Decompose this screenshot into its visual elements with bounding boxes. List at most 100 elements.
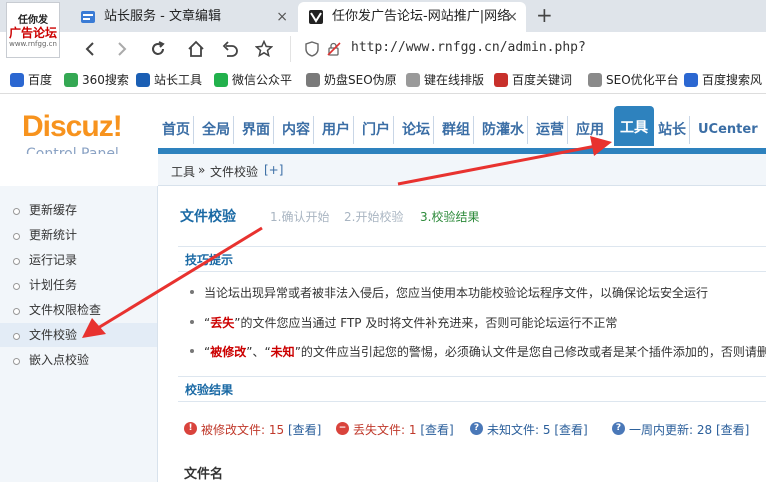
tab-favicon-icon [309, 10, 323, 24]
sidebar-item-file-check[interactable]: 文件校验 [0, 323, 157, 347]
bookmark-baidu[interactable]: 百度 [10, 72, 52, 88]
bookmark-label: 百度搜索风 [702, 73, 763, 87]
minus-icon: − [336, 422, 349, 435]
sidebar-item-label: 更新缓存 [29, 203, 78, 217]
nav-portal[interactable]: 门户 [362, 116, 394, 144]
new-tab-button[interactable]: + [536, 3, 553, 27]
address-bar[interactable]: http://www.rnfgg.cn/admin.php? [290, 36, 766, 62]
page-title: 文件校验 [180, 209, 236, 225]
result-label: 一周内更新: [629, 423, 694, 437]
paw-icon [684, 73, 698, 87]
bookmark-360[interactable]: 360搜索 [64, 72, 129, 88]
tab-label: 任你发广告论坛-网站推广|网络 [332, 9, 511, 24]
view-week-link[interactable]: [查看] [716, 423, 749, 437]
nav-interface[interactable]: 界面 [242, 116, 274, 144]
view-lost-link[interactable]: [查看] [420, 423, 453, 437]
sidebar-item-hook-check[interactable]: 嵌入点校验 [0, 348, 157, 372]
home-button[interactable] [184, 37, 208, 61]
result-label: 丢失文件: [353, 423, 406, 437]
nav-home[interactable]: 首页 [162, 116, 194, 144]
tip-text: ”的文件您应当通过 FTP 及时将文件补充进来，否则可能论坛运行不正常 [234, 316, 618, 330]
tip-text: 当论坛出现异常或者被非法入侵后，您应当使用本功能校验论坛程序文件，以确保论坛安全… [204, 286, 709, 300]
bookmark-seo-rewrite[interactable]: 奶盘SEO伪原 [306, 72, 397, 88]
bookmarks-bar: 百度 360搜索 站长工具 微信公众平 奶盘SEO伪原 键在线排版 百度关键词 … [0, 66, 766, 94]
undo-close-button[interactable] [218, 37, 242, 61]
bookmark-label: 360搜索 [82, 73, 129, 87]
warning-icon: ! [184, 422, 197, 435]
nav-ucenter[interactable]: UCenter [698, 116, 758, 144]
discuz-logo[interactable]: Discuz! Control Panel [22, 110, 123, 162]
sidebar-item-scheduled-tasks[interactable]: 计划任务 [0, 273, 157, 297]
nav-webmaster[interactable]: 站长 [658, 116, 690, 144]
chart-icon [494, 73, 508, 87]
view-unknown-link[interactable]: [查看] [554, 423, 587, 437]
tips-section-header: 技巧提示 [178, 246, 766, 272]
nav-content[interactable]: 内容 [282, 116, 314, 144]
sidebar-header [0, 154, 158, 182]
tab-label: 站长服务 - 文章编辑 [104, 9, 221, 24]
result-count: 28 [696, 423, 713, 437]
view-modified-link[interactable]: [查看] [288, 423, 321, 437]
search-q-icon [64, 73, 78, 87]
sidebar-item-update-stats[interactable]: 更新统计 [0, 223, 157, 247]
result-modified: ! 被修改文件: 15 [查看] [184, 421, 321, 438]
bookmark-baidu-keyword[interactable]: 百度关键词 [494, 72, 572, 88]
browser-tab-article-edit[interactable]: 站长服务 - 文章编辑 × [70, 2, 296, 32]
tip-text: ”的文件应当引起您的警惕，必须确认文件是您自己修改或者是某个插件添加的，否则请删… [294, 345, 766, 359]
breadcrumb-root[interactable]: 工具 [171, 163, 195, 180]
nav-users[interactable]: 用户 [322, 116, 354, 144]
browser-tab-forum[interactable]: 任你发广告论坛-网站推广|网络 × [298, 2, 526, 32]
nav-groups[interactable]: 群组 [442, 116, 474, 144]
bookmark-baidu-search-style[interactable]: 百度搜索风 [684, 72, 762, 88]
browser-tab-bar: 任你发 广告论坛 www.rnfgg.cn 站长服务 - 文章编辑 × 任你发广… [0, 0, 766, 58]
bookmark-wechat[interactable]: 微信公众平 [214, 72, 292, 88]
tip-highlight-unknown: 未知 [270, 345, 295, 359]
site-logo-line1: 任你发 [18, 15, 48, 26]
nav-apps[interactable]: 应用 [576, 116, 604, 144]
tip-text: ”、“ [246, 345, 271, 359]
step-result: 3.校验结果 [420, 210, 480, 224]
admin-header: Discuz! Control Panel 首页 全局 界面 内容 用户 门户 … [0, 94, 766, 162]
nav-operations[interactable]: 运营 [536, 116, 568, 144]
add-to-favorites-button[interactable]: [+] [264, 163, 283, 177]
bookmark-label: 微信公众平 [232, 73, 293, 87]
sidebar-item-file-permissions[interactable]: 文件权限检查 [0, 298, 157, 322]
bookmark-star-button[interactable] [252, 37, 276, 61]
url-text: http://www.rnfgg.cn/admin.php? [351, 40, 586, 55]
sidebar-item-label: 计划任务 [29, 278, 78, 292]
forward-button[interactable] [110, 37, 134, 61]
sidebar-item-update-cache[interactable]: 更新缓存 [0, 198, 157, 222]
shield-icon [305, 41, 319, 57]
browser-nav-bar: http://www.rnfgg.cn/admin.php? [0, 32, 766, 66]
result-count: 15 [268, 423, 285, 437]
step-indicator: 文件校验 1.确认开始 2.开始校验 3.校验结果 [180, 206, 479, 226]
bookmark-webmaster-tools[interactable]: 站长工具 [136, 72, 202, 88]
nav-anti-spam[interactable]: 防灌水 [482, 116, 528, 144]
reload-button[interactable] [146, 37, 170, 61]
breadcrumb-current: 文件校验 [210, 165, 259, 179]
step-confirm: 1.确认开始 [270, 210, 330, 224]
result-week-updated: ? 一周内更新: 28 [查看] [612, 421, 749, 438]
results-section-header: 校验结果 [178, 376, 766, 402]
bookmark-online-layout[interactable]: 键在线排版 [406, 72, 484, 88]
bookmark-label: 站长工具 [154, 73, 203, 87]
tools-icon [136, 73, 150, 87]
main-content: 文件校验 1.确认开始 2.开始校验 3.校验结果 技巧提示 当论坛出现异常或者… [158, 187, 766, 482]
result-lost: − 丢失文件: 1 [查看] [336, 421, 454, 438]
nav-tools[interactable]: 工具 [614, 106, 654, 146]
site-logo-line2: 广告论坛 [8, 26, 57, 40]
nav-global[interactable]: 全局 [202, 116, 234, 144]
reload-icon [152, 41, 165, 55]
nav-forum[interactable]: 论坛 [402, 116, 434, 144]
file-name-column-header: 文件名 [184, 467, 224, 482]
bookmark-seo-platform[interactable]: SEO优化平台 [588, 72, 679, 88]
insecure-lock-icon [327, 42, 341, 56]
sidebar-item-run-log[interactable]: 运行记录 [0, 248, 157, 272]
sidebar-item-label: 文件校验 [29, 328, 78, 342]
info-icon: ? [612, 422, 625, 435]
tab-close-icon[interactable]: × [276, 2, 288, 32]
site-logo: 任你发 广告论坛 www.rnfgg.cn [6, 2, 60, 58]
breadcrumb: 工具 » 文件校验 [+] [158, 154, 766, 186]
tab-close-icon[interactable]: × [506, 2, 518, 32]
back-button[interactable] [78, 37, 102, 61]
